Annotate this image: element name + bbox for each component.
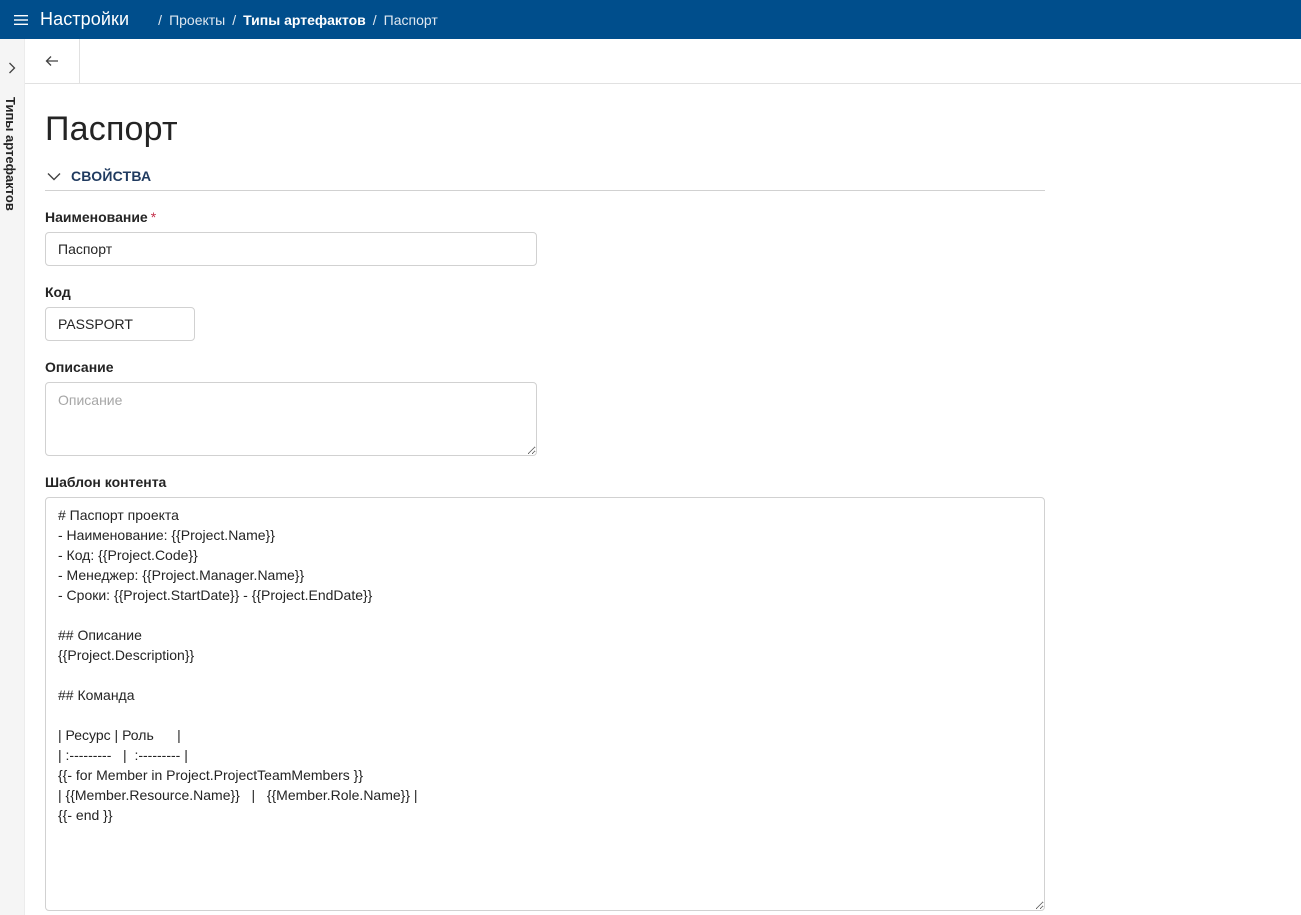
rail-label-artifact-types[interactable]: Типы артефактов: [3, 97, 18, 211]
top-bar: Настройки / Проекты / Типы артефактов / …: [0, 0, 1301, 39]
breadcrumb: / Проекты / Типы артефактов / Паспорт: [151, 12, 438, 28]
code-field-label: Код: [45, 284, 71, 300]
side-rail: Типы артефактов: [0, 39, 25, 915]
breadcrumb-separator: /: [372, 11, 377, 28]
description-textarea[interactable]: [45, 382, 537, 456]
template-field-label: Шаблон контента: [45, 474, 167, 490]
breadcrumb-item-artifact-types[interactable]: Типы артефактов: [243, 12, 366, 28]
description-field-label: Описание: [45, 359, 114, 375]
name-input[interactable]: [45, 232, 537, 266]
back-button[interactable]: [25, 39, 80, 83]
section-title: СВОЙСТВА: [71, 168, 152, 184]
section-properties-header[interactable]: СВОЙСТВА: [45, 168, 1045, 191]
name-label-text: Наименование: [45, 209, 148, 225]
expand-panel-chevron-right-icon[interactable]: [4, 59, 20, 77]
code-input[interactable]: [45, 307, 195, 341]
breadcrumb-separator: /: [158, 11, 163, 28]
content-template-textarea[interactable]: # Паспорт проекта - Наименование: {{Proj…: [45, 497, 1045, 911]
breadcrumb-separator: /: [232, 11, 237, 28]
breadcrumb-item-projects[interactable]: Проекты: [169, 12, 225, 28]
name-field-label: Наименование *: [45, 209, 156, 225]
page-title: Паспорт: [45, 110, 178, 148]
app-title[interactable]: Настройки: [40, 9, 129, 30]
hamburger-menu-icon[interactable]: [0, 0, 42, 39]
toolbar: [25, 39, 1301, 84]
chevron-down-icon: [47, 173, 61, 181]
required-mark: *: [150, 209, 157, 225]
breadcrumb-item-current: Паспорт: [383, 11, 438, 28]
arrow-left-icon: [45, 56, 58, 66]
